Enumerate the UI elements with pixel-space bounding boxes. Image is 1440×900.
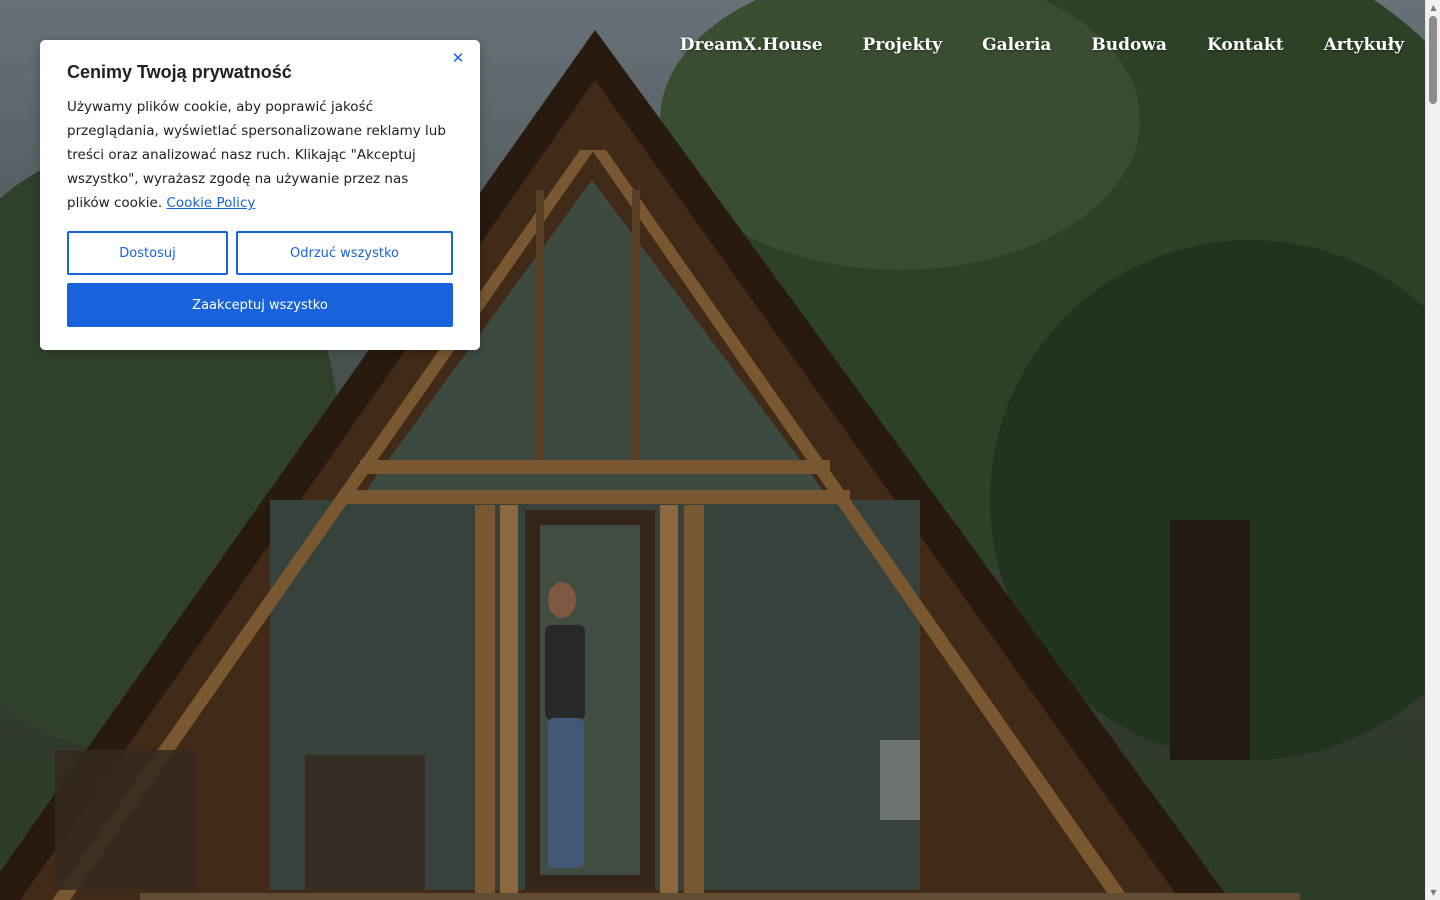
page-scrollbar[interactable]: ▲ ▼ [1425, 0, 1440, 900]
nav-item-budowa[interactable]: Budowa [1071, 32, 1187, 58]
main-navigation: DreamX.House Projekty Galeria Budowa Kon… [660, 32, 1404, 58]
nav-item-galeria[interactable]: Galeria [962, 32, 1071, 58]
reject-all-button[interactable]: Odrzuć wszystko [236, 231, 453, 275]
cookie-consent-dialog: ✕ Cenimy Twoją prywatność Używamy plików… [40, 40, 480, 350]
scrollbar-thumb[interactable] [1429, 16, 1437, 104]
accept-all-button[interactable]: Zaakceptuj wszystko [67, 283, 453, 327]
cookie-policy-link[interactable]: Cookie Policy [166, 195, 255, 211]
nav-item-projekty[interactable]: Projekty [843, 32, 963, 58]
close-icon[interactable]: ✕ [450, 50, 466, 66]
cookie-secondary-buttons: Dostosuj Odrzuć wszystko [67, 231, 453, 275]
nav-item-artykuly[interactable]: Artykuły [1304, 32, 1404, 58]
customize-button[interactable]: Dostosuj [67, 231, 228, 275]
cookie-description: Używamy plików cookie, aby poprawić jako… [67, 95, 453, 215]
cookie-body-text: Używamy plików cookie, aby poprawić jako… [67, 99, 446, 211]
cookie-title: Cenimy Twoją prywatność [67, 62, 292, 82]
nav-item-kontakt[interactable]: Kontakt [1187, 32, 1304, 58]
scroll-up-icon[interactable]: ▲ [1426, 0, 1440, 15]
scroll-down-icon[interactable]: ▼ [1426, 885, 1440, 900]
nav-item-dreamx-house[interactable]: DreamX.House [660, 32, 843, 58]
